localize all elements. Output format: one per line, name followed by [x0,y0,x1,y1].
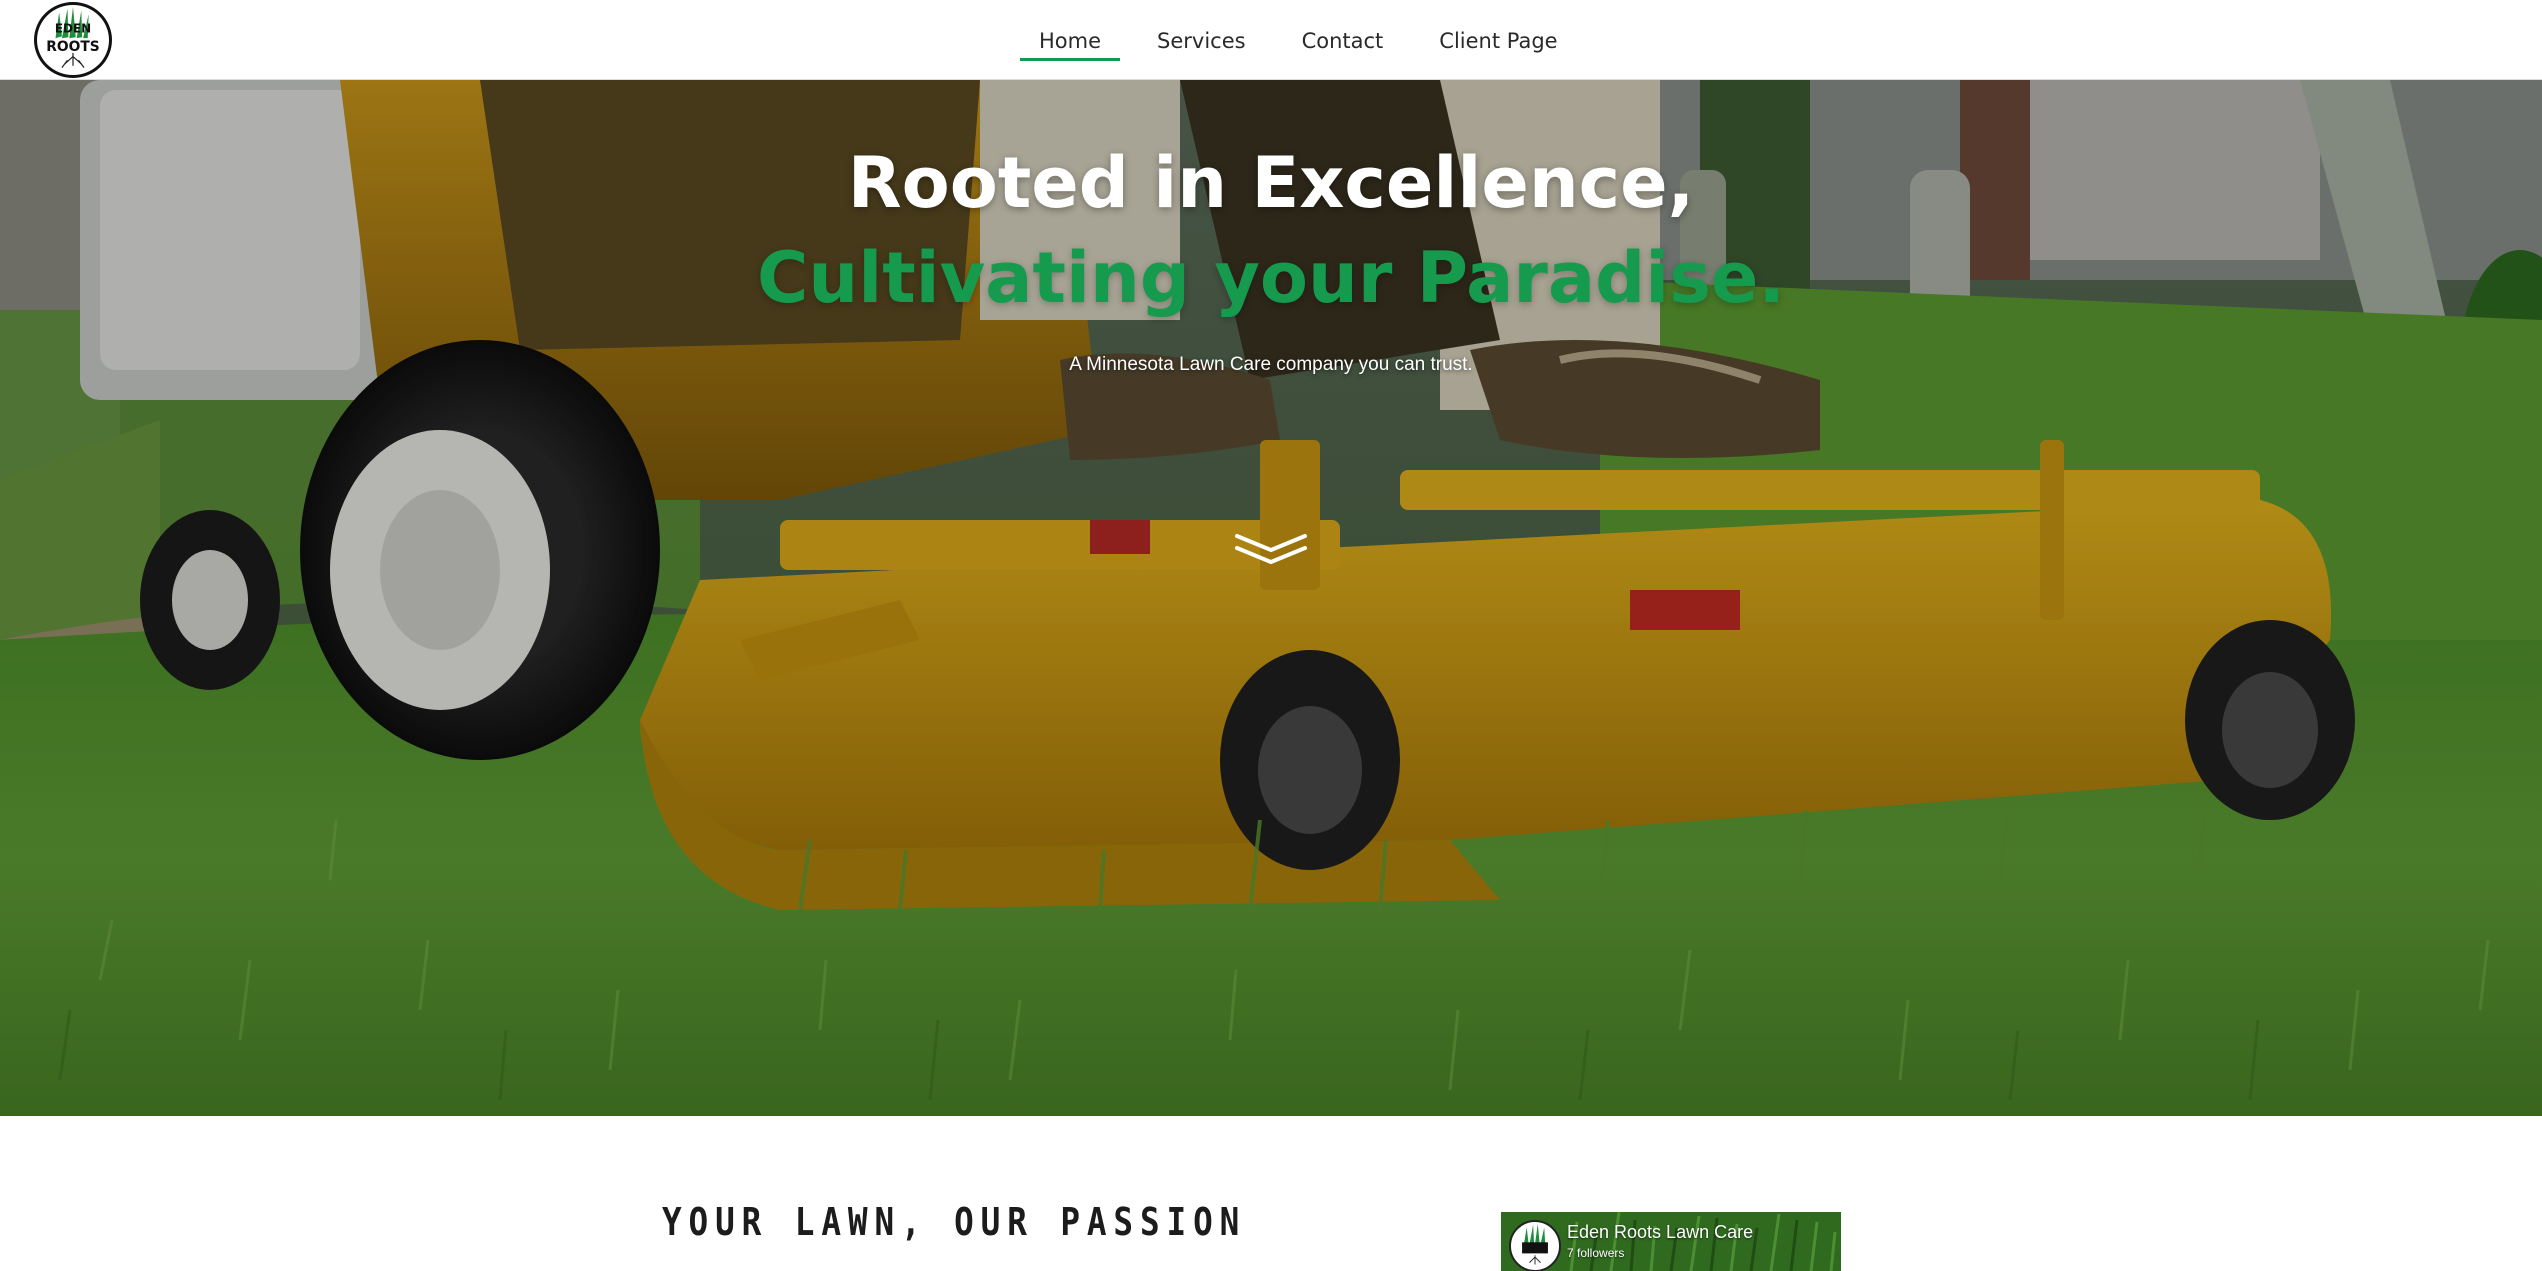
eden-roots-logo[interactable]: EDEN ROOTS [34,2,112,78]
double-chevron-down-icon[interactable] [1234,532,1308,566]
nav-client-page[interactable]: Client Page [1420,0,1576,80]
logo-icon: EDEN ROOTS [46,6,100,68]
hero-overlay [0,80,2542,1116]
facebook-page-name[interactable]: Eden Roots Lawn Care [1567,1222,1753,1243]
nav-home[interactable]: Home [1020,0,1121,80]
main-nav: Home Services Contact Client Page [1020,0,1577,80]
hero-banner: Rooted in Excellence, Cultivating your P… [0,80,2542,1116]
logo-text-bottom: ROOTS [46,39,99,55]
hero-title-line2: Cultivating your Paradise. [757,237,1785,319]
nav-services[interactable]: Services [1138,0,1265,80]
site-header: EDEN ROOTS Home Services Contact Client … [0,0,2542,80]
section-heading: YOUR LAWN, OUR PASSION [662,1200,1247,1244]
facebook-avatar [1509,1220,1561,1271]
facebook-followers-count: 7 followers [1567,1246,1625,1260]
facebook-page-widget[interactable]: Eden Roots Lawn Care 7 followers [1501,1212,1841,1271]
hero-subtitle: A Minnesota Lawn Care company you can tr… [1069,354,1473,375]
nav-contact[interactable]: Contact [1283,0,1403,80]
hero-title-line1: Rooted in Excellence, [847,142,1695,224]
logo-text-top: EDEN [55,22,91,36]
